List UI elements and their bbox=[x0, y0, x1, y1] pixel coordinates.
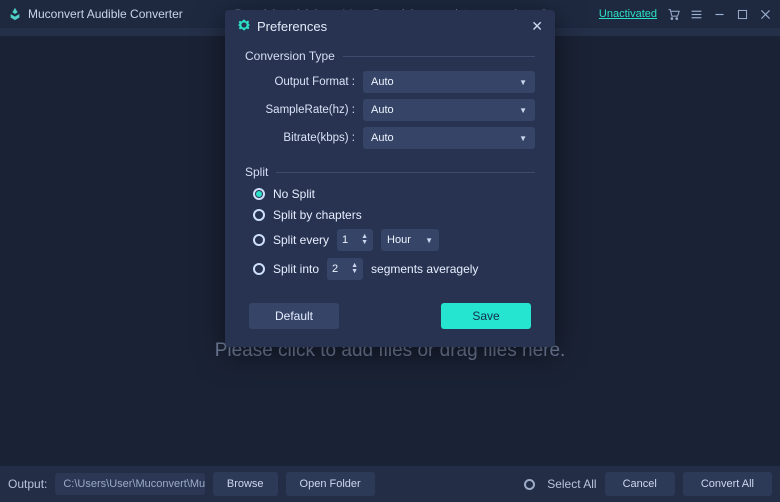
bitrate-select[interactable]: Auto ▼ bbox=[363, 127, 535, 149]
open-folder-button[interactable]: Open Folder bbox=[286, 472, 375, 496]
convert-all-button[interactable]: Convert All bbox=[683, 472, 772, 496]
output-format-label: Output Format : bbox=[245, 76, 355, 88]
bottom-bar: Output: C:\Users\User\Muconvert\Muconver… bbox=[0, 466, 780, 502]
bitrate-label: Bitrate(kbps) : bbox=[245, 132, 355, 144]
section-split-title: Split bbox=[245, 165, 268, 179]
output-path-field[interactable]: C:\Users\User\Muconvert\Muconvert Audib.… bbox=[55, 473, 205, 495]
app-icon bbox=[8, 7, 22, 21]
radio-icon[interactable] bbox=[253, 234, 265, 246]
section-conversion-title: Conversion Type bbox=[245, 49, 335, 63]
chevron-down-icon: ▼ bbox=[519, 106, 527, 115]
save-button[interactable]: Save bbox=[441, 303, 531, 329]
cart-icon[interactable] bbox=[667, 8, 680, 21]
samplerate-select[interactable]: Auto ▼ bbox=[363, 99, 535, 121]
maximize-icon[interactable] bbox=[736, 8, 749, 21]
close-icon[interactable] bbox=[759, 8, 772, 21]
split-option-chapters[interactable]: Split by chapters bbox=[253, 208, 535, 222]
select-all-radio[interactable] bbox=[524, 479, 535, 490]
split-into-stepper[interactable]: 2 ▲▼ bbox=[327, 258, 363, 280]
radio-icon[interactable] bbox=[253, 263, 265, 275]
modal-title: Preferences bbox=[257, 19, 327, 34]
split-option-into[interactable]: Split into 2 ▲▼ segments averagely bbox=[253, 258, 535, 280]
split-every-stepper[interactable]: 1 ▲▼ bbox=[337, 229, 373, 251]
radio-icon[interactable] bbox=[253, 188, 265, 200]
split-option-none[interactable]: No Split bbox=[253, 187, 535, 201]
chevron-down-icon: ▼ bbox=[519, 134, 527, 143]
samplerate-label: SampleRate(hz) : bbox=[245, 104, 355, 116]
select-all-label[interactable]: Select All bbox=[547, 477, 596, 491]
cancel-button[interactable]: Cancel bbox=[605, 472, 675, 496]
radio-icon[interactable] bbox=[253, 209, 265, 221]
split-option-every[interactable]: Split every 1 ▲▼ Hour ▼ bbox=[253, 229, 535, 251]
preferences-dialog: Preferences ✕ Conversion Type Output For… bbox=[225, 10, 555, 347]
minimize-icon[interactable] bbox=[713, 8, 726, 21]
modal-close-icon[interactable]: ✕ bbox=[531, 18, 543, 35]
chevron-down-icon: ▼ bbox=[519, 78, 527, 87]
output-label: Output: bbox=[8, 477, 47, 491]
default-button[interactable]: Default bbox=[249, 303, 339, 329]
output-format-select[interactable]: Auto ▼ bbox=[363, 71, 535, 93]
split-every-unit-select[interactable]: Hour ▼ bbox=[381, 229, 439, 251]
menu-icon[interactable] bbox=[690, 8, 703, 21]
browse-button[interactable]: Browse bbox=[213, 472, 278, 496]
app-title: Muconvert Audible Converter bbox=[28, 7, 183, 21]
chevron-down-icon: ▼ bbox=[425, 236, 433, 245]
gear-icon bbox=[237, 18, 251, 35]
unactivated-link[interactable]: Unactivated bbox=[599, 8, 657, 20]
